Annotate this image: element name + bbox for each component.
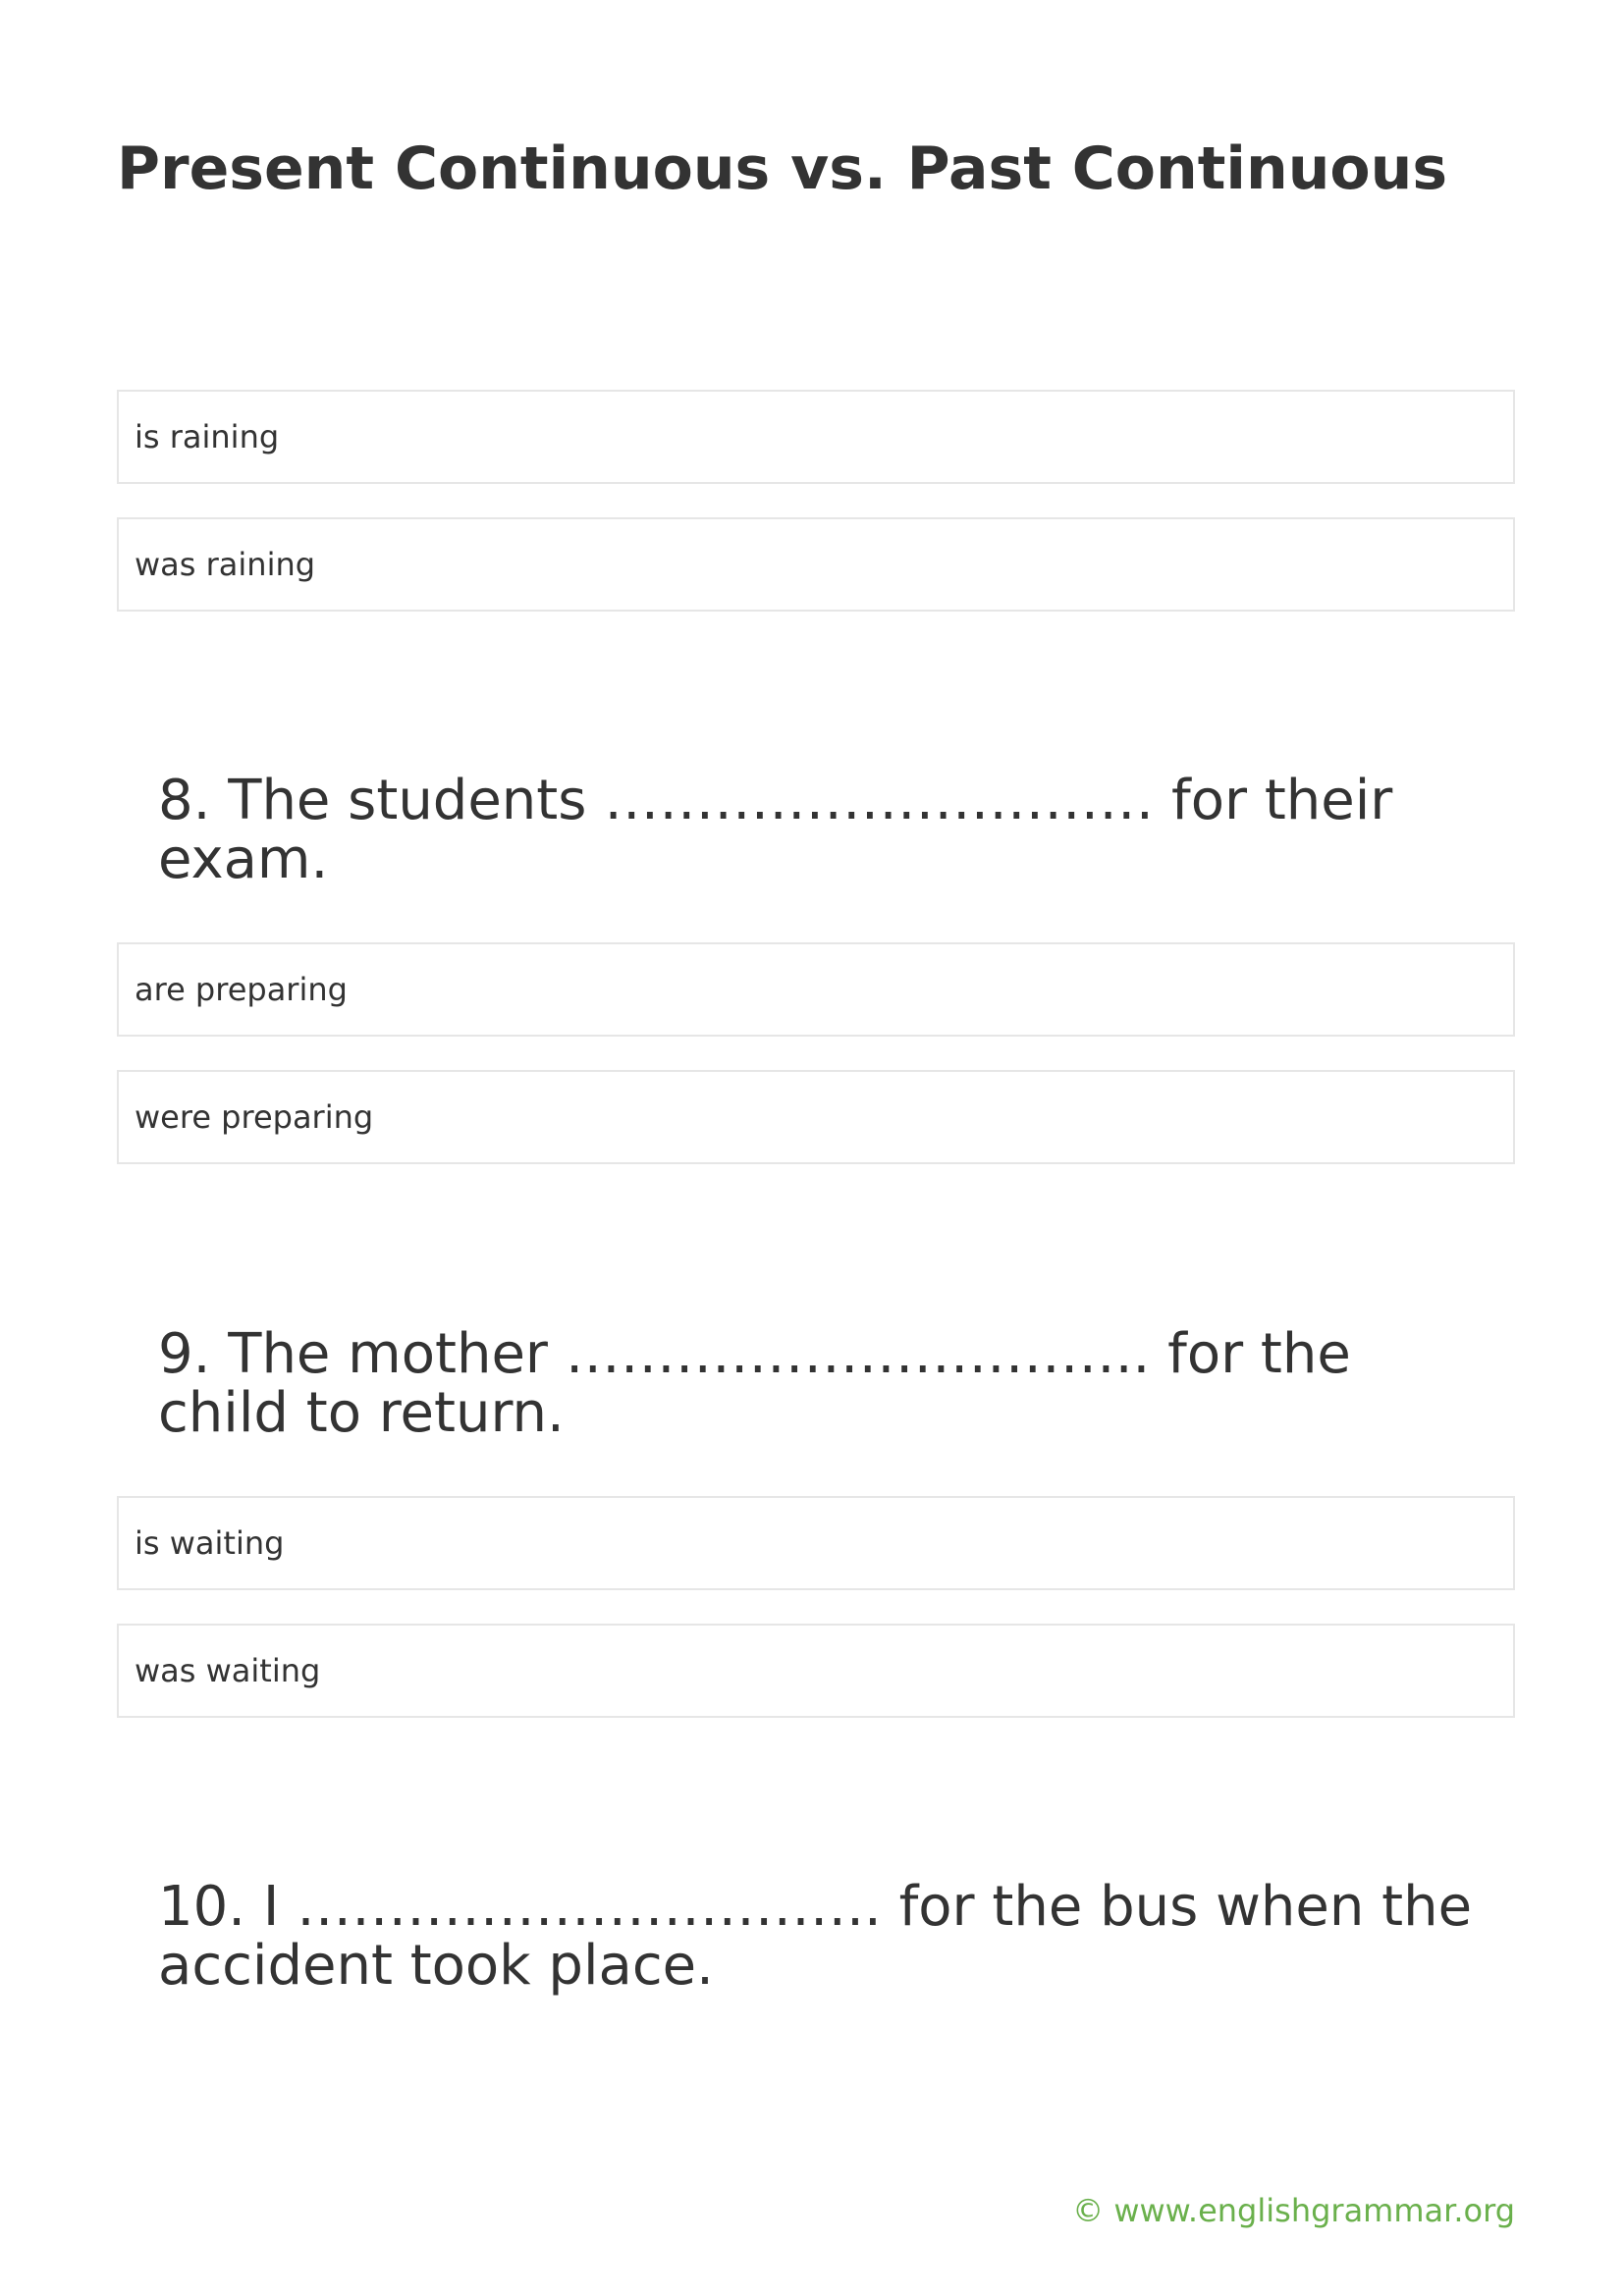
answer-option-q8-b[interactable]: were preparing (117, 1070, 1515, 1164)
answer-option-label: is raining (135, 418, 280, 455)
answer-option-label: is waiting (135, 1524, 285, 1562)
answer-option-q7-b[interactable]: was raining (117, 517, 1515, 612)
copyright-footer[interactable]: © www.englishgrammar.org (1072, 2189, 1515, 2232)
question-8: 8. The students ………………………… for their exa… (158, 769, 1393, 891)
question-10: 10. I ………………………….. for the bus when the … (158, 1875, 1473, 1998)
answer-option-label: was waiting (135, 1652, 321, 1689)
answer-option-q9-b[interactable]: was waiting (117, 1624, 1515, 1718)
answer-option-q9-a[interactable]: is waiting (117, 1496, 1515, 1590)
page-title: Present Continuous vs. Past Continuous (117, 134, 1448, 203)
answer-option-q8-a[interactable]: are preparing (117, 942, 1515, 1037)
answer-option-q7-a[interactable]: is raining (117, 390, 1515, 484)
answer-option-label: are preparing (135, 971, 348, 1008)
question-9: 9. The mother ………………………….. for the child… (158, 1322, 1351, 1445)
answer-option-label: were preparing (135, 1098, 374, 1136)
answer-option-label: was raining (135, 546, 316, 583)
